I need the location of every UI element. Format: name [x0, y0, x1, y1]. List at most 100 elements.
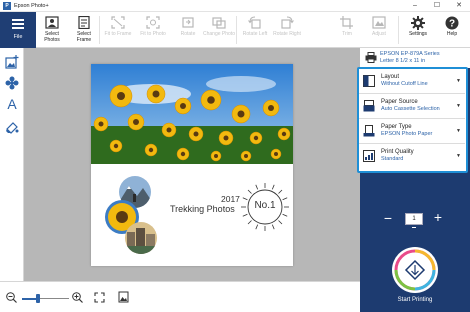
file-label: File — [13, 34, 23, 40]
select-photos-icon — [45, 16, 59, 29]
print-quality-value: Standard — [381, 156, 404, 162]
text-tool-button[interactable]: A — [4, 96, 20, 112]
print-start-icon — [394, 249, 436, 291]
print-quality-label: Print Quality — [381, 149, 414, 155]
paper-type-label: Paper Type — [381, 124, 412, 130]
paper-type-value: EPSON Photo Paper — [381, 131, 433, 137]
gear-icon — [411, 16, 425, 30]
start-printing-label: Start Printing — [397, 297, 433, 303]
fit-photo-icon — [146, 16, 160, 29]
editing-canvas[interactable]: 2017 Trekking Photos No.1 — [24, 48, 360, 281]
copies-increment-button[interactable]: + — [432, 210, 444, 226]
trim-label: Trim — [342, 31, 352, 37]
toolbar-divider — [398, 16, 399, 44]
svg-text:?: ? — [449, 19, 455, 30]
rotate-left-button[interactable]: Rotate Left — [237, 12, 273, 48]
paper-source-label: Paper Source — [381, 99, 418, 105]
layout-setting[interactable]: Layout Without Cutoff Line ▼ — [359, 69, 465, 94]
background-color-icon — [6, 122, 19, 134]
add-image-icon — [5, 55, 19, 69]
printer-icon — [365, 52, 377, 63]
select-photos-label: Select Photos — [44, 31, 60, 43]
badge-text: No.1 — [254, 200, 276, 211]
zoom-bar — [0, 281, 360, 312]
print-quality-icon — [363, 150, 375, 162]
change-photo-button[interactable]: Change Photo — [201, 12, 237, 48]
title-bar: P Epson Photo+ – ☐ ✕ — [0, 0, 470, 12]
settings-button[interactable]: Settings — [400, 12, 436, 48]
help-button[interactable]: ? Help — [434, 12, 470, 48]
layout-value: Without Cutoff Line — [381, 81, 428, 87]
left-toolbar: A — [0, 48, 24, 281]
chevron-down-icon: ▼ — [456, 78, 461, 84]
copies-underline — [412, 227, 416, 228]
change-photo-icon — [212, 17, 226, 29]
adjust-button[interactable]: Adjust — [361, 12, 397, 48]
copies-decrement-button[interactable]: − — [382, 211, 394, 227]
zoom-in-icon[interactable] — [72, 292, 83, 303]
crop-icon — [340, 16, 353, 29]
stamp-icon — [5, 76, 19, 90]
fit-photo-label: Fit to Photo — [140, 31, 166, 37]
toolbar: File Select Photos Select Frame Fit to F… — [0, 12, 470, 48]
layout-label: Layout — [381, 74, 400, 80]
copies-input[interactable]: 1 — [405, 213, 423, 225]
rotate-icon — [182, 17, 194, 28]
actual-size-icon[interactable] — [118, 291, 129, 303]
change-photo-label: Change Photo — [203, 31, 235, 37]
select-photos-button[interactable]: Select Photos — [34, 12, 70, 48]
settings-label: Settings — [408, 31, 428, 37]
rotate-right-icon — [281, 16, 294, 29]
paper-type-icon — [363, 125, 375, 137]
printer-selector[interactable]: EPSON EP-879A Series Letter 8 1/2 x 11 i… — [360, 48, 470, 68]
hamburger-icon — [12, 19, 24, 29]
sunflower-image — [91, 64, 293, 164]
chevron-down-icon: ▼ — [456, 128, 461, 134]
zoom-out-icon[interactable] — [6, 292, 17, 303]
rotate-left-label: Rotate Left — [242, 31, 268, 37]
chevron-down-icon: ▼ — [456, 103, 461, 109]
paper-source-setting[interactable]: Paper Source Auto Cassette Selection ▼ — [359, 94, 465, 119]
fit-photo-button[interactable]: Fit to Photo — [135, 12, 171, 48]
file-menu-button[interactable]: File — [0, 12, 36, 48]
trim-button[interactable]: Trim — [329, 12, 365, 48]
maximize-button[interactable]: ☐ — [426, 0, 448, 12]
paper-source-value: Auto Cassette Selection — [381, 106, 440, 112]
window-title: Epson Photo+ — [14, 3, 49, 9]
fit-to-window-icon[interactable] — [94, 292, 105, 303]
rotate-right-button[interactable]: Rotate Right — [269, 12, 305, 48]
paper-type-setting[interactable]: Paper Type EPSON Photo Paper ▼ — [359, 119, 465, 144]
title-text[interactable]: Trekking Photos — [170, 204, 235, 214]
minimize-button[interactable]: – — [404, 0, 426, 12]
rotate-right-label: Rotate Right — [273, 31, 301, 37]
sunflower-photo[interactable] — [91, 64, 293, 164]
fit-frame-button[interactable]: Fit to Frame — [100, 12, 136, 48]
year-text[interactable]: 2017 — [221, 194, 240, 204]
print-settings-group: Layout Without Cutoff Line ▼ Paper Sourc… — [357, 67, 468, 173]
select-frame-icon — [78, 16, 90, 29]
background-color-button[interactable] — [4, 119, 20, 135]
rotate-left-icon — [248, 16, 261, 29]
help-label: Help — [446, 31, 458, 37]
select-frame-label: Select Frame — [76, 31, 92, 43]
no1-badge[interactable]: No.1 — [240, 182, 290, 232]
add-image-button[interactable] — [4, 54, 20, 70]
stamp-button[interactable] — [4, 75, 20, 91]
print-quality-setting[interactable]: Print Quality Standard ▼ — [359, 144, 465, 169]
adjust-icon — [372, 16, 386, 29]
city-image — [125, 222, 157, 254]
zoom-slider-thumb[interactable] — [36, 294, 40, 303]
adjust-label: Adjust — [372, 31, 386, 37]
close-button[interactable]: ✕ — [448, 0, 470, 12]
copies-control: − 1 + — [360, 209, 470, 231]
layout-icon — [363, 75, 375, 87]
fit-frame-label: Fit to Frame — [104, 31, 132, 37]
select-frame-button[interactable]: Select Frame — [66, 12, 102, 48]
photo-circle-city[interactable] — [125, 222, 157, 254]
start-printing-button[interactable] — [392, 247, 438, 293]
paper-size: Letter 8 1/2 x 11 in — [380, 58, 426, 64]
chevron-down-icon: ▼ — [456, 153, 461, 159]
print-preview-page[interactable]: 2017 Trekking Photos No.1 — [91, 64, 293, 266]
fit-frame-icon — [111, 16, 125, 29]
printer-name: EPSON EP-879A Series — [380, 51, 440, 57]
